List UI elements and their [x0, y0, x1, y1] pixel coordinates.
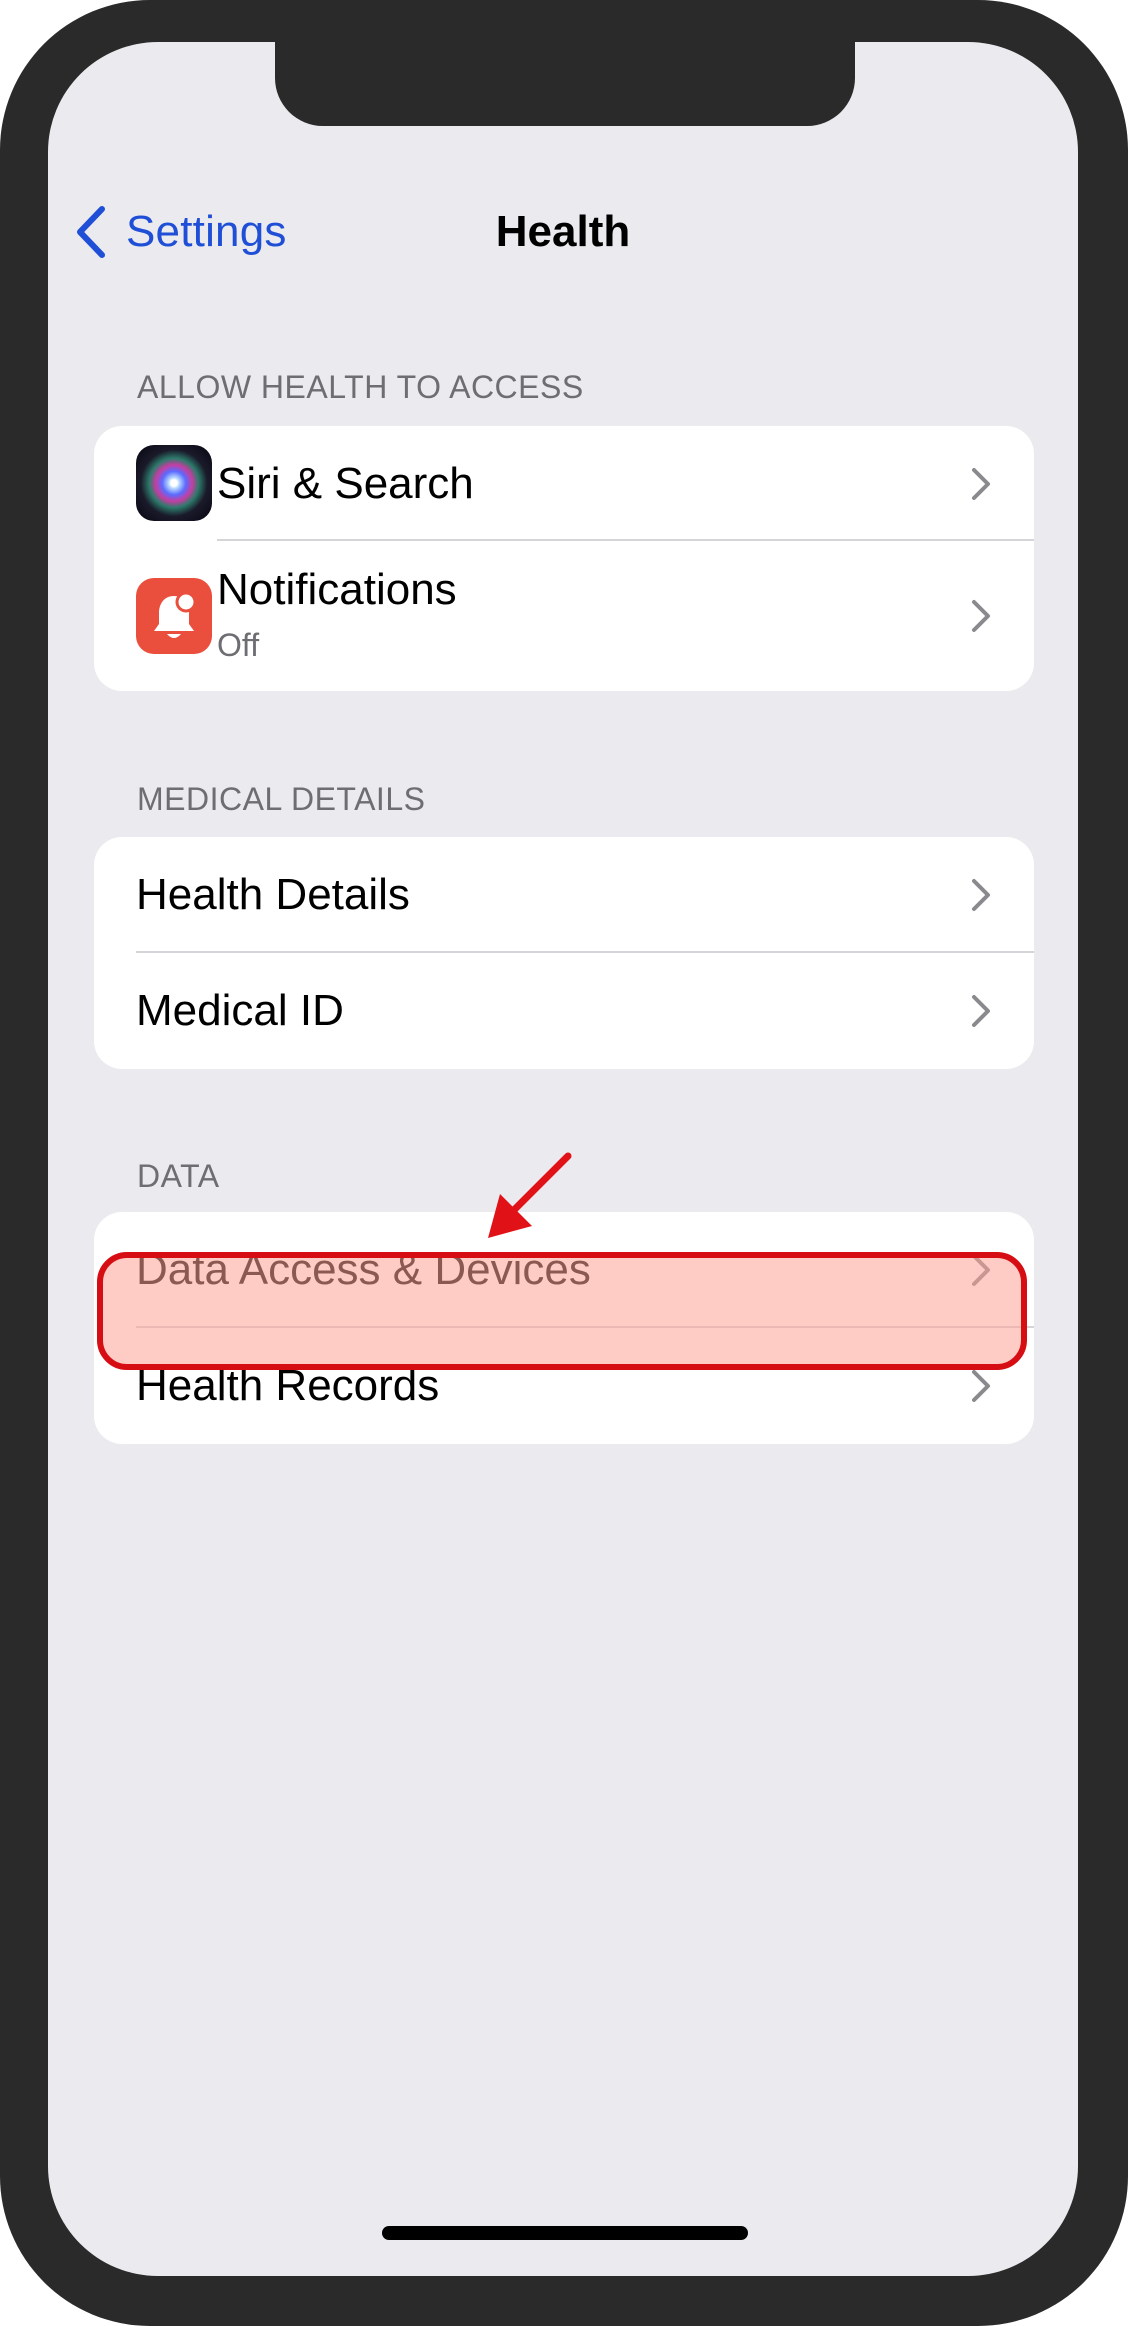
row-label: Notifications: [217, 565, 457, 614]
screen: Settings Health ALLOW HEALTH TO ACCESS S…: [48, 42, 1078, 2276]
home-indicator[interactable]: [382, 2226, 748, 2240]
row-health-details[interactable]: Health Details: [94, 837, 1034, 953]
row-label: Medical ID: [136, 986, 344, 1035]
section-header-allow-access: ALLOW HEALTH TO ACCESS: [137, 369, 584, 405]
row-sublabel: Off: [217, 627, 260, 663]
chevron-right-icon: [972, 879, 990, 911]
row-notifications[interactable]: Notifications Off: [94, 541, 1034, 691]
row-label: Health Records: [136, 1361, 440, 1410]
group-allow-access: Siri & Search Notifications Off: [94, 426, 1034, 691]
row-label: Siri & Search: [217, 458, 474, 508]
chevron-right-icon: [972, 995, 990, 1027]
row-siri-search[interactable]: Siri & Search: [94, 426, 1034, 541]
group-data: Data Access & Devices Health Records: [94, 1212, 1034, 1444]
group-medical-details: Health Details Medical ID: [94, 837, 1034, 1069]
row-medical-id[interactable]: Medical ID: [94, 953, 1034, 1069]
navigation-bar: Settings Health: [48, 182, 1078, 282]
chevron-right-icon: [972, 467, 990, 500]
siri-icon: [136, 445, 212, 521]
row-health-records[interactable]: Health Records: [94, 1328, 1034, 1444]
row-label: Health Details: [136, 870, 410, 919]
phone-frame: Settings Health ALLOW HEALTH TO ACCESS S…: [0, 0, 1128, 2326]
page-title: Health: [495, 207, 631, 256]
section-header-data: DATA: [137, 1158, 220, 1194]
chevron-right-icon: [972, 1254, 990, 1286]
chevron-right-icon: [972, 600, 990, 632]
section-header-medical-details: MEDICAL DETAILS: [137, 781, 426, 817]
notifications-app-icon: [136, 578, 212, 654]
row-label: Data Access & Devices: [136, 1245, 591, 1294]
notch: [275, 42, 855, 126]
bell-icon: [154, 591, 197, 638]
arrow-annotation-icon: [488, 1152, 572, 1238]
chevron-right-icon: [972, 1370, 990, 1402]
